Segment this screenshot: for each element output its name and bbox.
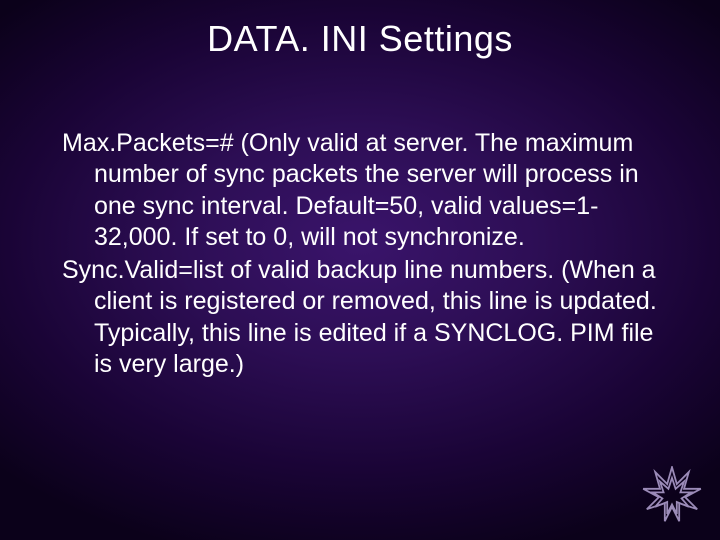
star-logo-icon	[642, 466, 702, 526]
paragraph-1: Max.Packets=# (Only valid at server. The…	[62, 128, 658, 253]
slide-body: Max.Packets=# (Only valid at server. The…	[62, 128, 658, 382]
slide: DATA. INI Settings Max.Packets=# (Only v…	[0, 0, 720, 540]
slide-title: DATA. INI Settings	[0, 18, 720, 60]
paragraph-2: Sync.Valid=list of valid backup line num…	[62, 255, 658, 380]
